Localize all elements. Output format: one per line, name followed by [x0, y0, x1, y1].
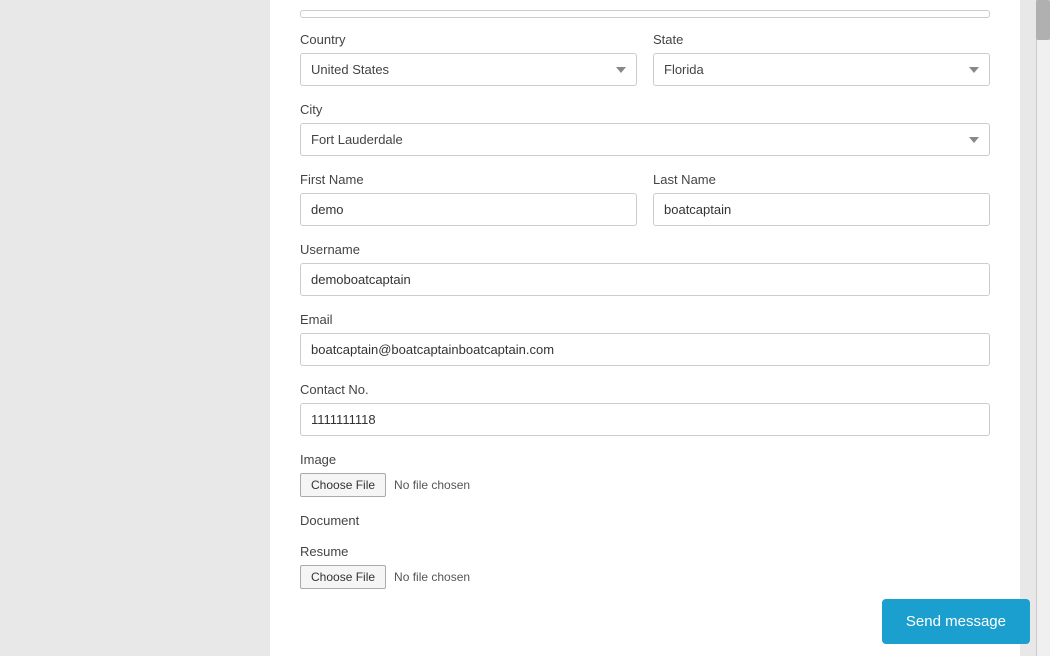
city-select[interactable]: Fort LauderdaleMiamiOrlando: [300, 123, 990, 156]
image-group: Image Choose File No file chosen: [300, 452, 990, 497]
right-panel: [1020, 0, 1050, 656]
contact-label: Contact No.: [300, 382, 990, 397]
scrollbar-track[interactable]: [1036, 0, 1050, 656]
resume-choose-file-button[interactable]: Choose File: [300, 565, 386, 589]
last-name-col: Last Name: [653, 172, 990, 226]
image-no-file-label: No file chosen: [394, 478, 470, 492]
resume-no-file-label: No file chosen: [394, 570, 470, 584]
state-select[interactable]: FloridaCaliforniaNew York: [653, 53, 990, 86]
form-section: Country United StatesCanadaUnited Kingdo…: [300, 32, 990, 589]
name-row: First Name Last Name: [300, 172, 990, 226]
last-name-label: Last Name: [653, 172, 990, 187]
last-name-input[interactable]: [653, 193, 990, 226]
resume-group: Resume Choose File No file chosen: [300, 544, 990, 589]
image-label: Image: [300, 452, 990, 467]
email-input[interactable]: [300, 333, 990, 366]
resume-file-wrapper: Choose File No file chosen: [300, 565, 990, 589]
scrollbar-thumb[interactable]: [1036, 0, 1050, 40]
username-group: Username: [300, 242, 990, 296]
main-content: Country United StatesCanadaUnited Kingdo…: [270, 0, 1020, 656]
email-group: Email: [300, 312, 990, 366]
city-group: City Fort LauderdaleMiamiOrlando: [300, 102, 990, 156]
contact-input[interactable]: [300, 403, 990, 436]
first-name-col: First Name: [300, 172, 637, 226]
image-file-wrapper: Choose File No file chosen: [300, 473, 990, 497]
document-label: Document: [300, 513, 990, 528]
username-input[interactable]: [300, 263, 990, 296]
send-message-button[interactable]: Send message: [882, 599, 1030, 644]
email-label: Email: [300, 312, 990, 327]
country-col: Country United StatesCanadaUnited Kingdo…: [300, 32, 637, 86]
top-cut-input: [300, 10, 990, 18]
country-label: Country: [300, 32, 637, 47]
city-label: City: [300, 102, 990, 117]
first-name-label: First Name: [300, 172, 637, 187]
country-state-row: Country United StatesCanadaUnited Kingdo…: [300, 32, 990, 86]
image-choose-file-button[interactable]: Choose File: [300, 473, 386, 497]
first-name-input[interactable]: [300, 193, 637, 226]
state-col: State FloridaCaliforniaNew York: [653, 32, 990, 86]
username-label: Username: [300, 242, 990, 257]
state-label: State: [653, 32, 990, 47]
resume-label: Resume: [300, 544, 990, 559]
left-panel: [0, 0, 270, 656]
document-group: Document: [300, 513, 990, 528]
country-select[interactable]: United StatesCanadaUnited Kingdom: [300, 53, 637, 86]
contact-group: Contact No.: [300, 382, 990, 436]
